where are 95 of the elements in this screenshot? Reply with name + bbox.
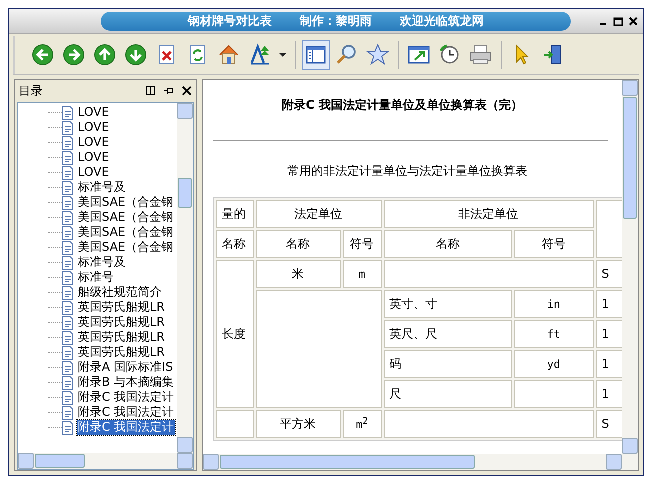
tree-item[interactable]: 美国SAE（合金钢 [77, 225, 175, 240]
table-cell: S [596, 260, 622, 288]
table-cell: 英寸、寸 [384, 290, 512, 318]
tree-item[interactable]: 附录C 我国法定计 [77, 390, 176, 405]
font-icon [248, 43, 272, 67]
horizontal-scrollbar[interactable] [203, 454, 638, 470]
window-title: 钢材牌号对比表 [188, 12, 272, 30]
document-icon [62, 256, 74, 270]
document-icon [62, 106, 74, 120]
table-header: 符号 [514, 230, 594, 258]
document-icon [62, 286, 74, 300]
document-icon [62, 330, 74, 344]
document-icon [62, 346, 74, 360]
table-cell: S [596, 410, 622, 438]
table-header: 名称 [216, 230, 254, 258]
table-header: 法定单位 [256, 200, 382, 228]
tree-item[interactable]: LOVE [77, 135, 110, 150]
table-header: 量的 [216, 200, 254, 228]
document-icon [62, 390, 74, 404]
window-title: 欢迎光临筑龙网 [400, 12, 484, 30]
document-icon [62, 406, 74, 420]
table-cell: 1 [596, 320, 622, 348]
tree-item[interactable]: 标准号及 [77, 180, 127, 195]
document-icon [62, 166, 74, 180]
tree-item[interactable]: 船级社规范简介 [77, 285, 163, 300]
table-cell: 1 [596, 380, 622, 408]
document-icon [62, 300, 74, 314]
table-cell: 平方米 [256, 410, 341, 438]
forward-icon [62, 43, 86, 67]
table-cell: m$^{2}$ [342, 410, 382, 438]
tree-item[interactable]: 标准号及 [77, 255, 127, 270]
search-icon [335, 43, 359, 67]
document-icon [62, 150, 74, 164]
document-icon [62, 316, 74, 330]
tree-item[interactable]: LOVE [77, 105, 110, 120]
tree-item[interactable]: 英国劳氏船规LR [77, 315, 166, 330]
tree-item[interactable]: 英国劳氏船规LR [77, 330, 166, 345]
vertical-scrollbar[interactable] [622, 80, 638, 454]
table-header: 非法定单位 [384, 200, 594, 228]
horizontal-scrollbar[interactable] [18, 453, 193, 469]
tree-item[interactable]: 美国SAE（合金钢 [77, 210, 175, 225]
pin-icon[interactable] [164, 86, 174, 96]
tree-item[interactable]: 附录C 我国法定计 [77, 420, 176, 435]
caret-icon [279, 53, 287, 57]
table-caption: 常用的非法定计量单位与法定计量单位换算表 [286, 163, 528, 180]
document-title: 附录C 我国法定计量单位及单位换算表（完） [281, 97, 524, 114]
table-cell: m [342, 260, 382, 288]
table-cell: 尺 [384, 380, 512, 408]
table-cell: ft [514, 320, 594, 348]
table-header: 名称 [256, 230, 341, 258]
document-icon [62, 196, 74, 210]
document-icon [62, 226, 74, 240]
tree-item[interactable]: LOVE [77, 120, 110, 135]
tree-item[interactable]: 美国SAE（合金钢 [77, 240, 175, 255]
document-icon [62, 376, 74, 390]
document-icon [62, 420, 74, 434]
close-icon[interactable] [182, 86, 192, 96]
table-header: 名称 [384, 230, 512, 258]
table-cell: 英尺、尺 [384, 320, 512, 348]
tree-item[interactable]: LOVE [77, 165, 110, 180]
toolbar-button[interactable] [302, 40, 330, 70]
table-cell: 1 [596, 350, 622, 378]
document-icon [62, 270, 74, 284]
back-icon [31, 43, 55, 67]
table-cell: 长度 [216, 260, 254, 408]
table-cell [216, 410, 254, 438]
split-icon[interactable] [146, 86, 156, 96]
table-cell: yd [514, 350, 594, 378]
document-icon [62, 120, 74, 134]
close-icon[interactable] [628, 16, 639, 26]
tree-item[interactable]: 附录B 与本摘编集 [77, 375, 176, 390]
star-icon [366, 43, 390, 67]
table-cell: 1 [596, 290, 622, 318]
document-icon [62, 136, 74, 150]
print-icon [469, 43, 493, 67]
document-icon [62, 180, 74, 194]
table-cell: 米 [256, 260, 341, 288]
tree-item[interactable]: 附录C 我国法定计 [77, 405, 176, 420]
document-icon [62, 240, 74, 254]
table-cell: in [514, 290, 594, 318]
tree-item[interactable]: LOVE [77, 150, 110, 165]
vertical-scrollbar[interactable] [177, 103, 193, 453]
tree-item[interactable]: 美国SAE（合金钢 [77, 195, 175, 210]
tree-item[interactable]: 英国劳氏船规LR [77, 300, 166, 315]
tree-item[interactable]: 附录A 国际标准IS [77, 360, 174, 375]
table-cell: 码 [384, 350, 512, 378]
table-header: 符号 [342, 230, 382, 258]
home-icon [217, 43, 241, 67]
document-icon [62, 210, 74, 224]
panel-title: 目录 [19, 82, 43, 100]
tree-item[interactable]: 英国劳氏船规LR [77, 345, 166, 360]
tree-item[interactable]: 标准号 [77, 270, 115, 285]
maximize-icon[interactable] [613, 16, 624, 26]
window-title: 制作：黎明雨 [300, 12, 372, 30]
document-icon [62, 360, 74, 374]
